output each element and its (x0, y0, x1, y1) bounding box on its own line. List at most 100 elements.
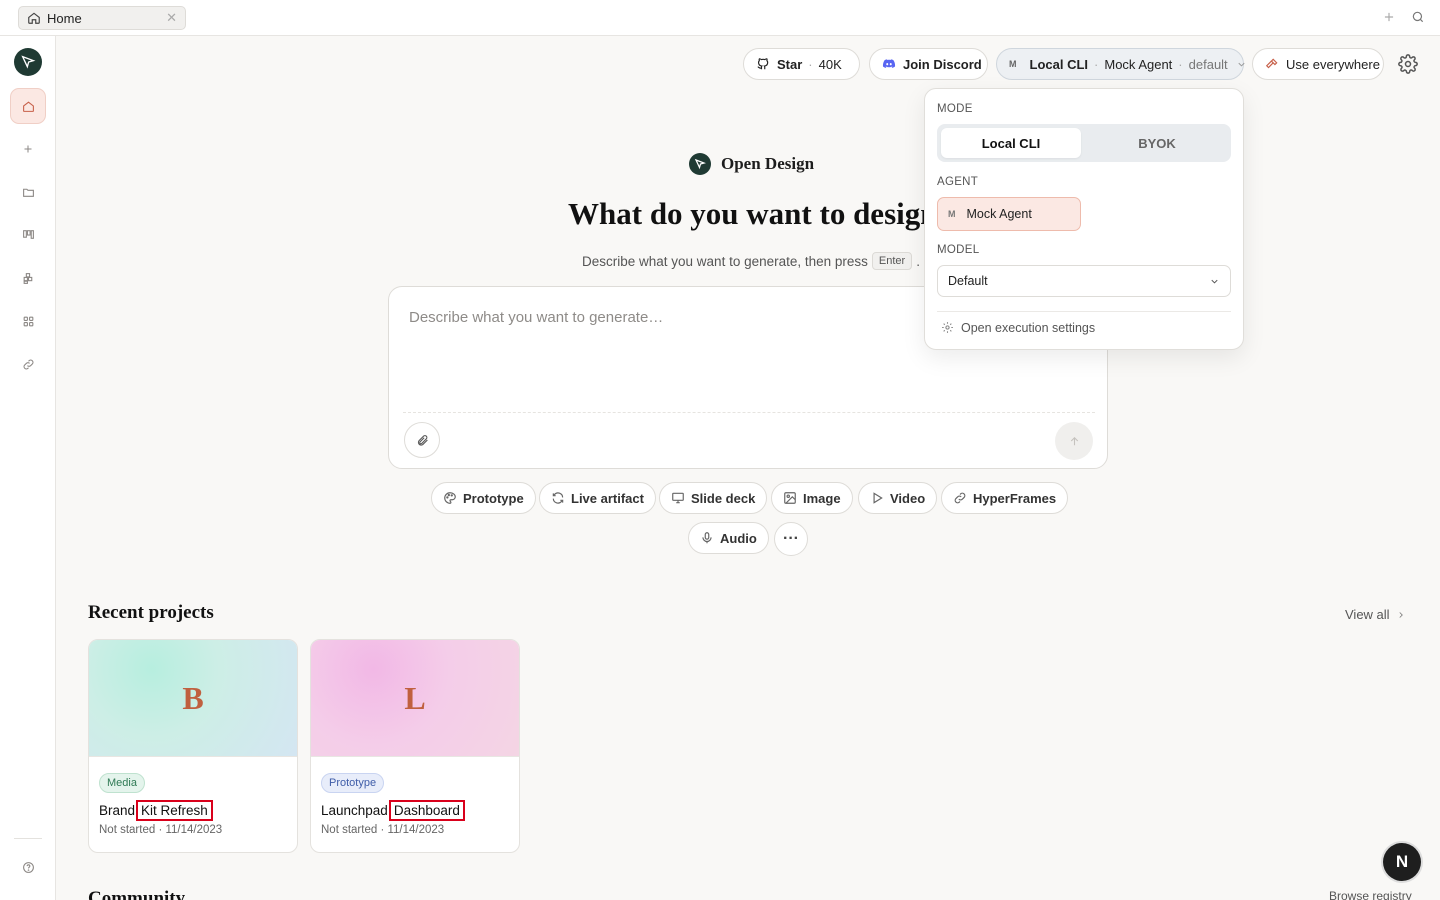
agent-badge-icon: M (1009, 59, 1017, 69)
chip-label: Slide deck (691, 490, 756, 506)
attach-button[interactable] (404, 422, 440, 458)
chip-image[interactable]: Image (771, 482, 853, 514)
view-all-label: View all (1345, 607, 1390, 622)
brand-logo-icon (689, 153, 711, 175)
discord-label: Join Discord (903, 56, 982, 72)
ellipsis-icon: ··· (783, 530, 799, 547)
join-discord-button[interactable]: Join Discord (869, 48, 988, 80)
assistant-fab-button[interactable]: N (1383, 843, 1421, 881)
sidebar (0, 36, 56, 900)
agent-option-mock-agent[interactable]: M Mock Agent (937, 197, 1081, 231)
close-icon[interactable]: ✕ (166, 10, 177, 26)
project-meta: Not started · 11/14/2023 (99, 824, 223, 836)
github-icon (756, 57, 770, 71)
agent-pill-model: default (1188, 56, 1228, 72)
project-thumbnail: B (89, 640, 297, 757)
star-count: 40K (818, 56, 842, 72)
mode-label: MODE (937, 103, 973, 115)
agent-selector-pill[interactable]: M Local CLI · Mock Agent · default (996, 48, 1245, 80)
agent-label: AGENT (937, 176, 979, 188)
agent-settings-popover: MODE Local CLI BYOK AGENT M Mock Agent M… (924, 88, 1244, 350)
enter-key-hint: Enter (871, 252, 913, 270)
browse-registry-link[interactable]: Browse registry (1329, 889, 1412, 900)
brand: Open Design (689, 153, 814, 175)
chevron-right-icon (1396, 610, 1406, 620)
palette-icon (443, 491, 457, 505)
plus-icon (24, 145, 32, 153)
view-all-link[interactable]: View all (1345, 607, 1406, 622)
plugins-icon (23, 272, 32, 284)
mode-option-byok[interactable]: BYOK (1087, 128, 1227, 158)
agent-pill-mode: Local CLI (1029, 56, 1089, 72)
recent-projects-title: Recent projects (88, 602, 214, 623)
sidebar-links-button[interactable] (10, 346, 46, 382)
send-button[interactable] (1055, 422, 1093, 460)
mode-option-local-cli[interactable]: Local CLI (941, 128, 1081, 158)
chip-live-artifact[interactable]: Live artifact (539, 482, 656, 514)
sidebar-projects-button[interactable] (10, 174, 46, 210)
subline-text: Describe what you want to generate, then… (582, 253, 868, 269)
github-star-button[interactable]: Star · 40K (743, 48, 860, 80)
sidebar-new-button[interactable] (10, 131, 46, 167)
help-icon (22, 861, 34, 873)
project-title: Brand Kit Refresh (99, 800, 213, 821)
project-card[interactable]: B Media Brand Kit Refresh Not started · … (88, 639, 298, 853)
link-icon (23, 359, 33, 369)
project-date: 11/14/2023 (165, 824, 223, 836)
model-value: Default (948, 274, 988, 288)
chevron-down-icon (1209, 276, 1220, 287)
more-options-button[interactable]: ··· (774, 522, 808, 556)
project-title-highlight: Kit Refresh (136, 800, 213, 821)
project-title-highlight: Dashboard (388, 800, 465, 821)
use-everywhere-label: Use everywhere (1286, 56, 1380, 72)
chip-video[interactable]: Video (858, 482, 938, 514)
chip-slide-deck[interactable]: Slide deck (659, 482, 768, 514)
use-everywhere-button[interactable]: Use everywhere (1252, 48, 1384, 80)
community-title: Community (88, 888, 186, 900)
sidebar-home-button[interactable] (10, 88, 46, 124)
hammer-icon (1265, 57, 1279, 71)
tab-label: Home (47, 10, 82, 26)
sidebar-help-button[interactable] (10, 849, 46, 885)
agent-name: Mock Agent (966, 207, 1032, 221)
columns-icon (22, 229, 34, 239)
open-execution-settings-link[interactable]: Open execution settings (941, 321, 1095, 335)
paperclip-icon (417, 434, 428, 446)
exec-settings-label: Open execution settings (961, 321, 1096, 335)
chip-label: Video (890, 490, 926, 506)
gear-icon (941, 321, 955, 335)
agent-pill-agent: Mock Agent (1104, 56, 1173, 72)
chip-label: Image (803, 490, 841, 506)
project-title-start: Brand (99, 803, 136, 818)
chip-prototype[interactable]: Prototype (431, 482, 536, 514)
sidebar-plugins-button[interactable] (10, 260, 46, 296)
project-date: 11/14/2023 (387, 824, 445, 836)
search-icon[interactable] (1411, 10, 1427, 26)
sidebar-divider (14, 838, 42, 839)
microphone-icon (700, 531, 714, 545)
project-card[interactable]: L Prototype Launchpad Dashboard Not star… (310, 639, 520, 853)
sidebar-apps-button[interactable] (10, 303, 46, 339)
new-tab-icon[interactable] (1382, 10, 1398, 26)
monitor-icon (671, 491, 685, 505)
play-icon (870, 491, 884, 505)
chip-label: Prototype (463, 490, 524, 506)
project-title-start: Launchpad (321, 803, 388, 818)
page-subline: Describe what you want to generate, then… (582, 252, 920, 270)
mode-segmented-control: Local CLI BYOK (937, 124, 1231, 162)
project-type-badge: Prototype (321, 773, 385, 793)
chip-label: Audio (720, 530, 757, 546)
prompt-divider (403, 412, 1095, 413)
project-title: Launchpad Dashboard (321, 800, 465, 821)
sidebar-board-button[interactable] (10, 216, 46, 252)
tab-home[interactable]: Home ✕ (18, 6, 186, 30)
model-select[interactable]: Default (937, 265, 1231, 297)
chip-hyperframes[interactable]: HyperFrames (941, 482, 1069, 514)
project-meta: Not started · 11/14/2023 (321, 824, 445, 836)
refresh-icon (551, 491, 565, 505)
settings-gear-icon[interactable] (1398, 54, 1418, 74)
grid-icon (23, 316, 33, 326)
home-icon (27, 11, 41, 25)
chip-audio[interactable]: Audio (688, 522, 769, 554)
app-logo[interactable] (14, 48, 42, 76)
